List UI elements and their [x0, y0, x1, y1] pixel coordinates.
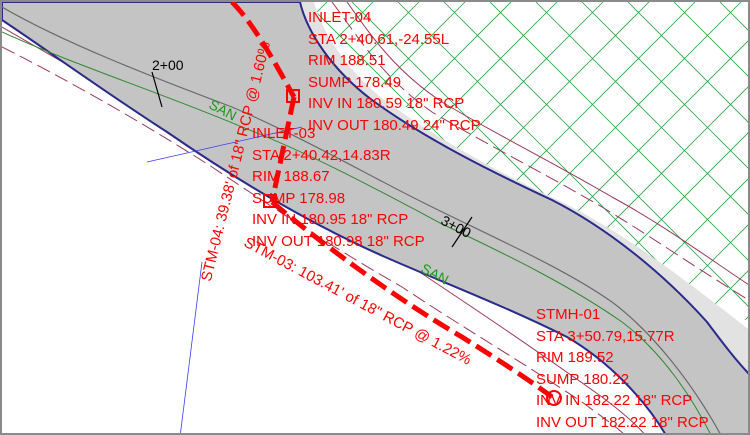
- grid-line: [2, 2, 51, 435]
- note-line: INV OUT 182.22 18" RCP: [536, 413, 709, 431]
- note-line: STMH-01: [536, 306, 601, 323]
- note-line: INV IN 182.22 18" RCP: [536, 392, 693, 409]
- note-line: INLET-03: [252, 125, 316, 142]
- structure-note-inlet-04[interactable]: INLET-04 STA 2+40.61,-24.55L RIM 188.51 …: [308, 7, 481, 136]
- note-line: INLET-04: [308, 9, 372, 26]
- note-line: SUMP 178.98: [252, 189, 346, 207]
- structure-note-stmh-01[interactable]: STMH-01 STA 3+50.79,15.77R RIM 189.52 SU…: [536, 304, 709, 433]
- note-line: RIM 189.52: [536, 349, 614, 366]
- grid-line: [2, 2, 5, 435]
- note-line: INV IN 180.59 18" RCP: [308, 95, 465, 112]
- note-line: RIM 188.51: [308, 52, 386, 69]
- station-label-200: 2+00: [152, 57, 184, 73]
- note-line: STA 2+40.42,14.83R: [252, 146, 391, 164]
- note-line: INV OUT 180.98 18" RCP: [252, 232, 425, 250]
- note-line: STA 2+40.61,-24.55L: [308, 30, 450, 48]
- property-line-2: [180, 261, 203, 433]
- structure-note-inlet-03[interactable]: INLET-03 STA 2+40.42,14.83R RIM 188.67 S…: [252, 123, 425, 252]
- cad-drawing-canvas[interactable]: 2+00 3+00 SAN SAN STM-04: 39.38' of 18" …: [0, 0, 750, 435]
- note-line: SUMP 178.49: [308, 73, 402, 91]
- grid-line: [2, 2, 5, 435]
- note-line: RIM 188.67: [252, 168, 330, 185]
- grid-line: [2, 2, 51, 435]
- note-line: INV IN 180.95 18" RCP: [252, 211, 409, 228]
- note-line: STA 3+50.79,15.77R: [536, 327, 675, 345]
- note-line: SUMP 180.22: [536, 370, 630, 388]
